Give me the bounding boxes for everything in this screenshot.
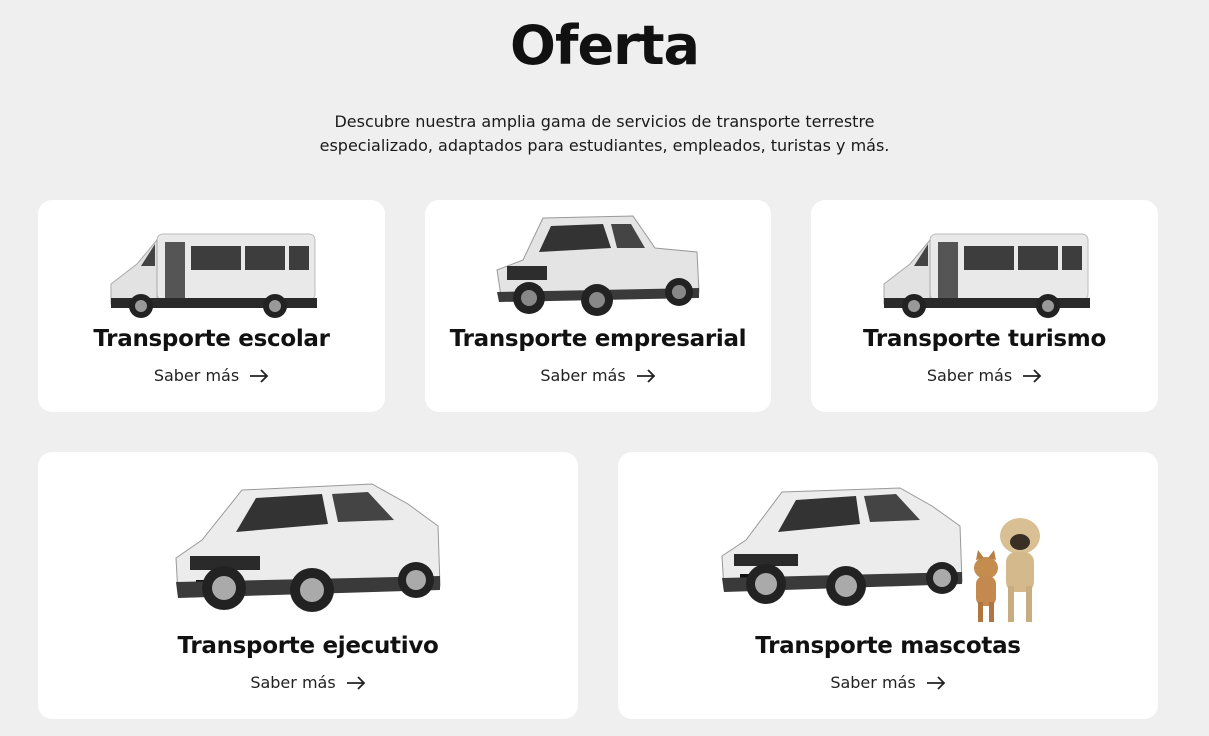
card-title: Transporte empresarial (449, 326, 747, 352)
saber-mas-label: Saber más (830, 673, 916, 692)
card-title: Transporte escolar (93, 326, 330, 352)
saber-mas-label: Saber más (153, 366, 240, 385)
saber-mas-label: Saber más (540, 366, 626, 385)
section-description-line: especializado, adaptados para estudiante… (319, 136, 890, 155)
saber-mas-link[interactable]: Saber más (618, 673, 1158, 692)
page-title: Oferta (510, 14, 700, 77)
arrow-right-icon (250, 368, 269, 383)
suv-icon (38, 476, 578, 616)
card-title: Transporte ejecutivo (177, 633, 439, 659)
saber-mas-label: Saber más (250, 673, 336, 692)
suv-with-pets-icon (618, 482, 1158, 630)
arrow-right-icon (1023, 368, 1042, 383)
saber-mas-label: Saber más (926, 366, 1013, 385)
card-transporte-ejecutivo[interactable]: Transporte ejecutivo Saber más (38, 452, 578, 719)
card-transporte-mascotas[interactable]: Transporte mascotas Saber más (618, 452, 1158, 719)
pickup-truck-icon (425, 212, 771, 322)
card-transporte-turismo[interactable]: Transporte turismo Saber más (811, 200, 1158, 412)
card-transporte-escolar[interactable]: Transporte escolar Saber más (38, 200, 385, 412)
saber-mas-link[interactable]: Saber más (38, 366, 385, 385)
card-title: Transporte mascotas (755, 633, 1021, 659)
section-description: Descubre nuestra amplia gama de servicio… (0, 110, 1209, 158)
arrow-right-icon (636, 368, 655, 383)
arrow-right-icon (926, 675, 945, 690)
white-van-icon (811, 226, 1158, 321)
card-transporte-empresarial[interactable]: Transporte empresarial Saber más (425, 200, 771, 412)
card-title: Transporte turismo (863, 326, 1106, 352)
saber-mas-link[interactable]: Saber más (425, 366, 771, 385)
saber-mas-link[interactable]: Saber más (811, 366, 1158, 385)
arrow-right-icon (346, 675, 365, 690)
saber-mas-link[interactable]: Saber más (38, 673, 578, 692)
white-van-icon (38, 226, 385, 321)
section-description-line: Descubre nuestra amplia gama de servicio… (334, 112, 875, 131)
